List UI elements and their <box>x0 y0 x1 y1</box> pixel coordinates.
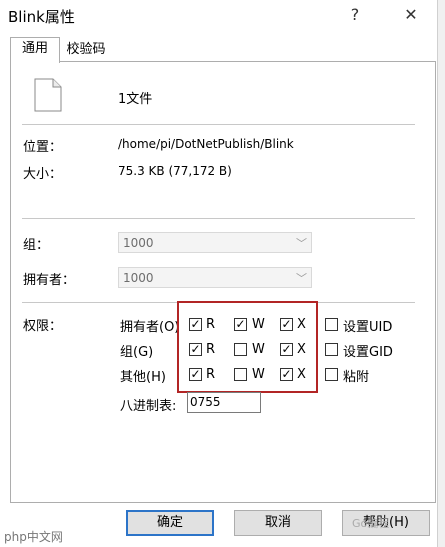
group-label: 组： <box>23 238 50 253</box>
chevron-down-icon: ﹀ <box>296 272 307 285</box>
perm-row-label-other: 其他(H) <box>120 370 166 385</box>
location-label: 位置： <box>23 140 63 155</box>
help-title-button[interactable]: ? <box>343 4 367 26</box>
size-label: 大小： <box>23 167 63 182</box>
octal-input[interactable]: 0755 <box>187 392 261 413</box>
owner-label: 拥有者： <box>23 273 76 288</box>
group-select-value: 1000 <box>123 236 154 250</box>
setgid-label: 设置GID <box>343 345 393 360</box>
close-title-button[interactable]: ✕ <box>399 4 423 26</box>
location-value: /home/pi/DotNetPublish/Blink <box>118 137 294 151</box>
window-title: Blink属性 <box>8 8 75 26</box>
setuid-checkbox[interactable] <box>325 318 338 331</box>
sticky-label: 粘附 <box>343 370 370 385</box>
cancel-button[interactable]: 取消 <box>234 510 322 536</box>
separator <box>22 124 415 125</box>
group-select[interactable]: 1000 ﹀ <box>118 232 312 253</box>
watermark-logo: Go编程 <box>352 517 390 530</box>
perm-row-label-owner: 拥有者(O) <box>120 320 180 335</box>
chevron-down-icon: ﹀ <box>296 237 307 250</box>
tab-general[interactable]: 通用 <box>10 37 60 63</box>
octal-label: 八进制表: <box>120 399 177 414</box>
permissions-label: 权限： <box>23 319 63 334</box>
sticky-checkbox[interactable] <box>325 368 338 381</box>
tab-checksum[interactable]: 校验码 <box>60 39 112 61</box>
file-icon <box>34 78 62 112</box>
file-name: 1文件 <box>118 92 153 107</box>
background-window-edge <box>437 0 445 547</box>
perm-row-label-group: 组(G) <box>120 345 154 360</box>
watermark-logo: php中文网 <box>4 530 63 544</box>
owner-select[interactable]: 1000 ﹀ <box>118 267 312 288</box>
owner-select-value: 1000 <box>123 271 154 285</box>
setuid-label: 设置UID <box>343 320 393 335</box>
separator <box>22 218 415 219</box>
highlight-box <box>177 301 318 393</box>
size-value: 75.3 KB (77,172 B) <box>118 164 232 178</box>
setgid-checkbox[interactable] <box>325 343 338 356</box>
ok-button[interactable]: 确定 <box>126 510 214 536</box>
